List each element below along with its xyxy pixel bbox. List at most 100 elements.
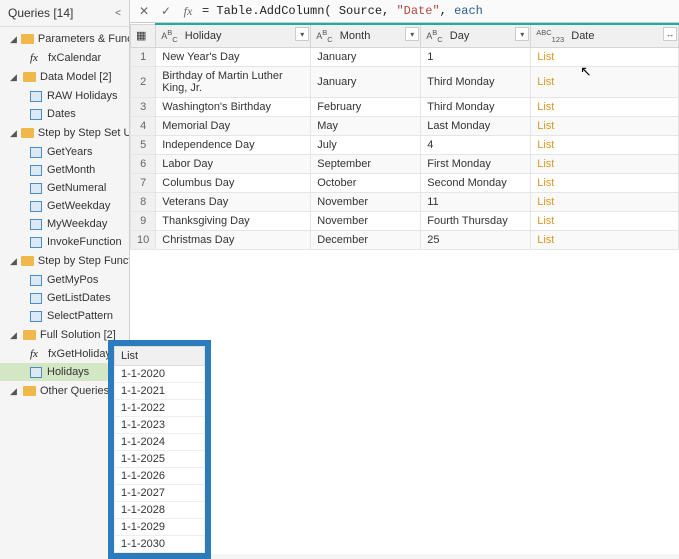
- tree-item[interactable]: Dates: [0, 105, 129, 123]
- filter-dropdown-icon[interactable]: ▾: [405, 27, 419, 41]
- column-header-day[interactable]: ABC Day ▾: [421, 24, 531, 47]
- cell-day[interactable]: 25: [421, 230, 531, 249]
- cell-month[interactable]: May: [311, 116, 421, 135]
- list-item[interactable]: 1-1-2023: [115, 417, 205, 434]
- list-item[interactable]: 1-1-2026: [115, 468, 205, 485]
- cell-holiday[interactable]: Thanksgiving Day: [156, 211, 311, 230]
- cell-date[interactable]: List: [531, 173, 679, 192]
- cell-day[interactable]: Third Monday: [421, 97, 531, 116]
- list-link[interactable]: List: [537, 51, 554, 63]
- table-row[interactable]: 4Memorial DayMayLast Monday List: [131, 116, 679, 135]
- cell-month[interactable]: January: [311, 47, 421, 66]
- column-header-month[interactable]: ABC Month ▾: [311, 24, 421, 47]
- cell-holiday[interactable]: Memorial Day: [156, 116, 311, 135]
- list-item[interactable]: 1-1-2021: [115, 383, 205, 400]
- tree-item[interactable]: SelectPattern: [0, 307, 129, 325]
- cell-day[interactable]: 11: [421, 192, 531, 211]
- list-link[interactable]: List: [537, 177, 554, 189]
- cell-date[interactable]: List: [531, 116, 679, 135]
- row-index[interactable]: 8: [131, 192, 156, 211]
- tree-group[interactable]: ◢Parameters & Functio…: [0, 29, 129, 49]
- cell-month[interactable]: December: [311, 230, 421, 249]
- cell-day[interactable]: Last Monday: [421, 116, 531, 135]
- table-row[interactable]: 1New Year's DayJanuary1List: [131, 47, 679, 66]
- cell-date[interactable]: List: [531, 135, 679, 154]
- list-link[interactable]: List: [537, 234, 554, 246]
- row-index[interactable]: 5: [131, 135, 156, 154]
- table-row[interactable]: 9Thanksgiving DayNovemberFourth Thursday…: [131, 211, 679, 230]
- cell-date[interactable]: List: [531, 211, 679, 230]
- tree-item[interactable]: GetMyPos: [0, 271, 129, 289]
- filter-dropdown-icon[interactable]: ▾: [515, 27, 529, 41]
- cell-month[interactable]: October: [311, 173, 421, 192]
- cell-holiday[interactable]: Veterans Day: [156, 192, 311, 211]
- cell-month[interactable]: September: [311, 154, 421, 173]
- row-index[interactable]: 7: [131, 173, 156, 192]
- cell-date[interactable]: List: [531, 97, 679, 116]
- tree-item[interactable]: GetNumeral: [0, 179, 129, 197]
- tree-item[interactable]: GetMonth: [0, 161, 129, 179]
- confirm-icon[interactable]: ✓: [158, 3, 174, 19]
- cell-holiday[interactable]: Washington's Birthday: [156, 97, 311, 116]
- cell-day[interactable]: Fourth Thursday: [421, 211, 531, 230]
- cell-holiday[interactable]: New Year's Day: [156, 47, 311, 66]
- list-link[interactable]: List: [537, 139, 554, 151]
- cell-holiday[interactable]: Independence Day: [156, 135, 311, 154]
- cell-date[interactable]: List: [531, 66, 679, 97]
- tree-item[interactable]: RAW Holidays: [0, 87, 129, 105]
- cell-date[interactable]: List: [531, 230, 679, 249]
- list-link[interactable]: List: [537, 101, 554, 113]
- cell-day[interactable]: 4: [421, 135, 531, 154]
- preview-header[interactable]: List: [115, 347, 205, 366]
- cell-month[interactable]: July: [311, 135, 421, 154]
- cell-day[interactable]: Second Monday: [421, 173, 531, 192]
- list-item[interactable]: 1-1-2025: [115, 451, 205, 468]
- row-index[interactable]: 6: [131, 154, 156, 173]
- fx-icon[interactable]: fx: [180, 3, 196, 19]
- list-item[interactable]: 1-1-2027: [115, 485, 205, 502]
- cell-date[interactable]: List: [531, 192, 679, 211]
- tree-item[interactable]: GetWeekday: [0, 197, 129, 215]
- row-index[interactable]: 2: [131, 66, 156, 97]
- cell-month[interactable]: November: [311, 192, 421, 211]
- list-link[interactable]: List: [537, 76, 554, 88]
- column-header-holiday[interactable]: ABC Holiday ▾: [156, 24, 311, 47]
- expand-column-icon[interactable]: ↔: [663, 27, 677, 41]
- table-row[interactable]: 5Independence DayJuly4 List: [131, 135, 679, 154]
- formula-text[interactable]: = Table.AddColumn( Source, "Date", each: [202, 4, 673, 18]
- row-index[interactable]: 4: [131, 116, 156, 135]
- cell-holiday[interactable]: Labor Day: [156, 154, 311, 173]
- collapse-icon[interactable]: <: [115, 8, 121, 19]
- cell-date[interactable]: List: [531, 47, 679, 66]
- list-link[interactable]: List: [537, 158, 554, 170]
- cell-month[interactable]: November: [311, 211, 421, 230]
- tree-item[interactable]: InvokeFunction: [0, 233, 129, 251]
- table-row[interactable]: 10Christmas DayDecember25List: [131, 230, 679, 249]
- row-index[interactable]: 1: [131, 47, 156, 66]
- row-index-header[interactable]: ▦: [131, 24, 156, 47]
- tree-item[interactable]: GetListDates: [0, 289, 129, 307]
- filter-dropdown-icon[interactable]: ▾: [295, 27, 309, 41]
- table-row[interactable]: 2Birthday of Martin Luther King, Jr.Janu…: [131, 66, 679, 97]
- tree-group[interactable]: ◢Step by Step Set Up [6]: [0, 123, 129, 143]
- list-link[interactable]: List: [537, 120, 554, 132]
- cell-holiday[interactable]: Columbus Day: [156, 173, 311, 192]
- cell-month[interactable]: January: [311, 66, 421, 97]
- cell-date[interactable]: List: [531, 154, 679, 173]
- list-item[interactable]: 1-1-2020: [115, 366, 205, 383]
- row-index[interactable]: 9: [131, 211, 156, 230]
- list-link[interactable]: List: [537, 196, 554, 208]
- cell-holiday[interactable]: Christmas Day: [156, 230, 311, 249]
- column-header-date[interactable]: ABC123 Date ↔: [531, 24, 679, 47]
- tree-item[interactable]: fxfxCalendar: [0, 49, 129, 67]
- table-row[interactable]: 6Labor DaySeptemberFirst MondayList: [131, 154, 679, 173]
- row-index[interactable]: 3: [131, 97, 156, 116]
- cancel-icon[interactable]: ✕: [136, 3, 152, 19]
- list-item[interactable]: 1-1-2029: [115, 519, 205, 536]
- list-link[interactable]: List: [537, 215, 554, 227]
- tree-group[interactable]: ◢Step by Step Function…: [0, 251, 129, 271]
- table-row[interactable]: 7Columbus DayOctoberSecond Monday List: [131, 173, 679, 192]
- cell-day[interactable]: 1: [421, 47, 531, 66]
- tree-group[interactable]: ◢Data Model [2]: [0, 67, 129, 87]
- table-row[interactable]: 8Veterans DayNovember11 List: [131, 192, 679, 211]
